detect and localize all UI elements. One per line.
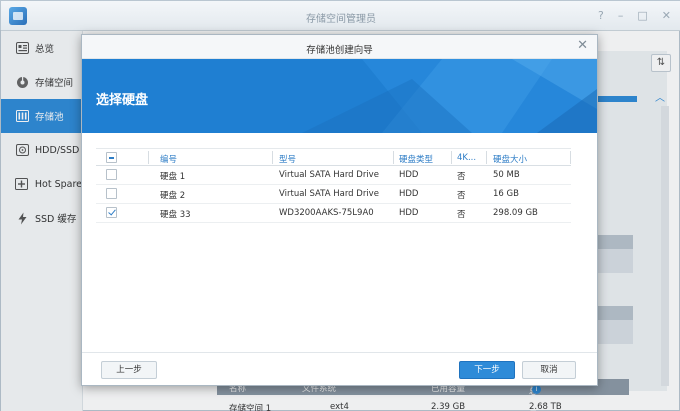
help-icon[interactable]: ? <box>598 9 604 22</box>
disk-row[interactable]: 硬盘 2 Virtual SATA Hard Drive HDD 否 16 GB <box>96 185 571 204</box>
disk-4k: 否 <box>457 210 466 220</box>
close-icon[interactable]: ✕ <box>577 39 588 53</box>
disk-model: WD3200AAKS-75L9A0 <box>279 208 374 218</box>
column-header-size[interactable]: 硬盘大小 <box>493 153 527 165</box>
wizard-step-title: 选择硬盘 <box>96 93 149 108</box>
column-separator <box>393 151 394 164</box>
previous-step-button[interactable]: 上一步 <box>101 361 157 379</box>
column-header-disk-type[interactable]: 硬盘类型 <box>399 153 433 165</box>
disk-row[interactable]: 硬盘 33 WD3200AAKS-75L9A0 HDD 否 298.09 GB <box>96 204 571 223</box>
disk-row[interactable]: 硬盘 1 Virtual SATA Hard Drive HDD 否 50 MB <box>96 166 571 185</box>
disk-model: Virtual SATA Hard Drive <box>279 170 379 180</box>
disk-model: Virtual SATA Hard Drive <box>279 189 379 199</box>
column-separator <box>451 151 452 164</box>
column-separator <box>272 151 273 164</box>
banner-decoration <box>302 59 597 133</box>
disk-type: HDD <box>399 208 419 218</box>
app-titlebar: 存储空间管理员 ? – □ ✕ <box>1 1 680 31</box>
minimize-icon[interactable]: – <box>618 9 624 22</box>
disk-4k: 否 <box>457 191 466 201</box>
column-header-model[interactable]: 型号 <box>279 153 296 165</box>
wizard-banner: 选择硬盘 <box>82 59 597 133</box>
select-all-checkbox[interactable] <box>106 152 117 163</box>
column-separator <box>486 151 487 164</box>
dialog-title: 存储池创建向导 <box>306 45 373 56</box>
next-step-button[interactable]: 下一步 <box>459 361 515 379</box>
disk-type: HDD <box>399 170 419 180</box>
disk-4k: 否 <box>457 172 466 182</box>
disk-size: 298.09 GB <box>493 208 538 218</box>
disk-type: HDD <box>399 189 419 199</box>
storage-pool-wizard-dialog: 存储池创建向导 ✕ 选择硬盘 编号 型号 硬盘类型 4K... 硬盘大小 硬盘 … <box>81 34 598 386</box>
column-header-4k[interactable]: 4K... <box>457 153 476 163</box>
dialog-titlebar: 存储池创建向导 ✕ <box>82 35 597 59</box>
close-window-icon[interactable]: ✕ <box>662 9 671 22</box>
dialog-footer: 上一步 下一步 取消 <box>82 352 597 386</box>
disk-table-header: 编号 型号 硬盘类型 4K... 硬盘大小 <box>96 148 571 166</box>
disk-size: 16 GB <box>493 189 519 199</box>
disk-number: 硬盘 33 <box>160 210 191 220</box>
app-title: 存储空间管理员 <box>306 14 376 25</box>
column-header-number[interactable]: 编号 <box>160 153 177 165</box>
cancel-button[interactable]: 取消 <box>522 361 576 379</box>
disk-size: 50 MB <box>493 170 520 180</box>
maximize-icon[interactable]: □ <box>637 9 647 22</box>
column-separator <box>570 151 571 164</box>
disk-checkbox[interactable] <box>106 169 117 180</box>
disk-table: 编号 型号 硬盘类型 4K... 硬盘大小 硬盘 1 Virtual SATA … <box>96 148 571 223</box>
column-separator <box>148 151 149 164</box>
disk-checkbox[interactable] <box>106 207 117 218</box>
disk-number: 硬盘 1 <box>160 172 186 182</box>
disk-checkbox[interactable] <box>106 188 117 199</box>
disk-number: 硬盘 2 <box>160 191 186 201</box>
window-controls: ? – □ ✕ <box>598 9 671 22</box>
